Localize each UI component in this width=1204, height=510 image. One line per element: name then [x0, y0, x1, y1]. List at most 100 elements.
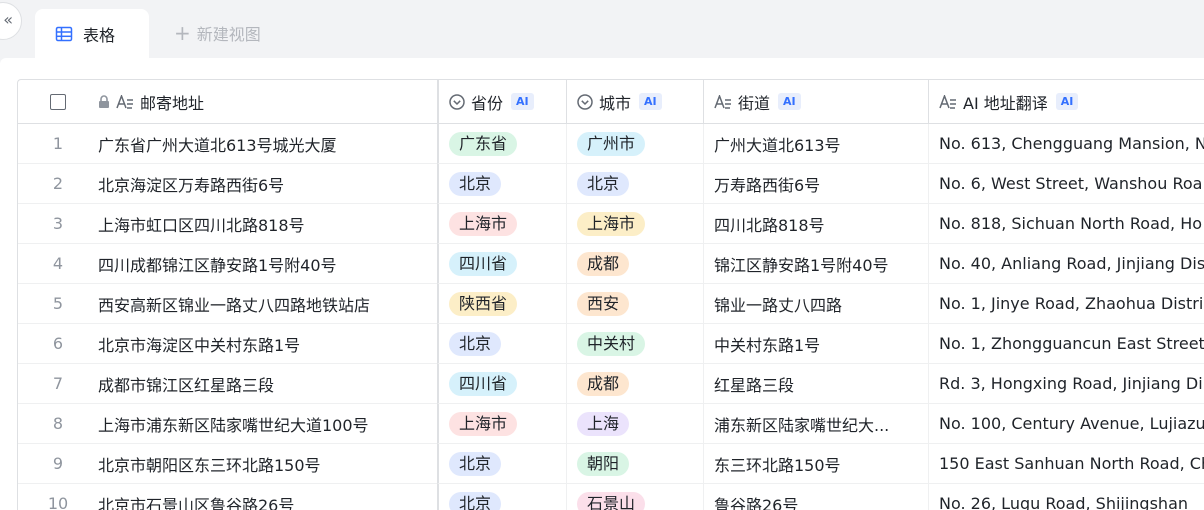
address-text: 广东省广州大道北613号城光大厦: [98, 135, 337, 155]
province-cell[interactable]: 四川省: [437, 364, 566, 404]
city-tag: 中关村: [577, 331, 646, 356]
address-cell[interactable]: 广东省广州大道北613号城光大厦: [98, 124, 437, 164]
street-text: 鲁谷路26号: [714, 495, 799, 510]
column-label: 城市: [599, 93, 632, 113]
address-cell[interactable]: 成都市锦江区红星路三段: [98, 364, 437, 404]
row-index-cell[interactable]: 6: [18, 324, 98, 364]
grid-panel: 邮寄地址 省份 AI 城市 AI 街道 AI AI 地址翻译 AI 1 广东省广…: [0, 58, 1204, 510]
translation-text: No. 1, Jinye Road, Zhaohua Distri: [939, 294, 1204, 313]
translation-cell[interactable]: No. 100, Century Avenue, Lujiazu: [928, 404, 1204, 444]
table-row[interactable]: 6 北京市海淀区中关村东路1号 北京 中关村 中关村东路1号 No. 1, Zhonggu…: [18, 324, 1204, 364]
table-row[interactable]: 2 北京海淀区万寿路西街6号 北京 北京 万寿路西街6号 No. 6, West Stre…: [18, 164, 1204, 204]
row-index-cell[interactable]: 9: [18, 444, 98, 484]
city-cell[interactable]: 广州市: [566, 124, 703, 164]
street-cell[interactable]: 锦业一路丈八四路: [703, 284, 928, 324]
translation-cell[interactable]: No. 818, Sichuan North Road, Ho: [928, 204, 1204, 244]
translation-text: 150 East Sanhuan North Road, Ch: [939, 454, 1204, 473]
address-cell[interactable]: 上海市浦东新区陆家嘴世纪大道100号: [98, 404, 437, 444]
province-cell[interactable]: 四川省: [437, 244, 566, 284]
street-cell[interactable]: 广州大道北613号: [703, 124, 928, 164]
city-cell[interactable]: 北京: [566, 164, 703, 204]
column-header-city[interactable]: 城市 AI: [566, 80, 703, 124]
row-index: 1: [52, 134, 64, 153]
translation-text: No. 100, Century Avenue, Lujiazu: [939, 414, 1204, 433]
row-index-cell[interactable]: 8: [18, 404, 98, 444]
translation-cell[interactable]: No. 40, Anliang Road, Jinjiang Dis: [928, 244, 1204, 284]
table-row[interactable]: 1 广东省广州大道北613号城光大厦 广东省 广州市 广州大道北613号 No. 613,…: [18, 124, 1204, 164]
row-index-cell[interactable]: 5: [18, 284, 98, 324]
table-row[interactable]: 9 北京市朝阳区东三环北路150号 北京 朝阳 东三环北路150号 150 East Sa…: [18, 444, 1204, 484]
city-cell[interactable]: 成都: [566, 364, 703, 404]
address-cell[interactable]: 北京海淀区万寿路西街6号: [98, 164, 437, 204]
row-index-cell[interactable]: 10: [18, 484, 98, 510]
select-all-checkbox[interactable]: [50, 93, 66, 110]
translation-cell[interactable]: No. 1, Jinye Road, Zhaohua Distri: [928, 284, 1204, 324]
city-cell[interactable]: 中关村: [566, 324, 703, 364]
column-label: 邮寄地址: [140, 93, 205, 113]
grid-table-icon: [55, 25, 73, 43]
province-tag: 四川省: [449, 251, 518, 276]
translation-cell[interactable]: 150 East Sanhuan North Road, Ch: [928, 444, 1204, 484]
row-index-cell[interactable]: 4: [18, 244, 98, 284]
province-tag: 四川省: [449, 371, 518, 396]
street-cell[interactable]: 红星路三段: [703, 364, 928, 404]
translation-cell[interactable]: Rd. 3, Hongxing Road, Jinjiang Di: [928, 364, 1204, 404]
province-tag: 上海市: [449, 411, 518, 436]
province-cell[interactable]: 北京: [437, 324, 566, 364]
province-cell[interactable]: 上海市: [437, 204, 566, 244]
street-text: 中关村东路1号: [714, 335, 821, 355]
address-cell[interactable]: 上海市虹口区四川北路818号: [98, 204, 437, 244]
table-row[interactable]: 10 北京市石景山区鲁谷路26号 北京 石景山 鲁谷路26号 No. 26, Lugu R…: [18, 484, 1204, 510]
street-cell[interactable]: 东三环北路150号: [703, 444, 928, 484]
province-cell[interactable]: 北京: [437, 484, 566, 510]
province-cell[interactable]: 陕西省: [437, 284, 566, 324]
city-cell[interactable]: 上海市: [566, 204, 703, 244]
city-cell[interactable]: 石景山: [566, 484, 703, 510]
table-row[interactable]: 4 四川成都锦江区静安路1号附40号 四川省 成都 锦江区静安路1号附40号 No. 40…: [18, 244, 1204, 284]
street-cell[interactable]: 万寿路西街6号: [703, 164, 928, 204]
translation-text: No. 6, West Street, Wanshou Roa: [939, 174, 1203, 193]
row-index-cell[interactable]: 7: [18, 364, 98, 404]
province-cell[interactable]: 广东省: [437, 124, 566, 164]
table-row[interactable]: 3 上海市虹口区四川北路818号 上海市 上海市 四川北路818号 No. 818, Si…: [18, 204, 1204, 244]
translation-cell[interactable]: No. 26, Lugu Road, Shijingshan: [928, 484, 1204, 510]
street-cell[interactable]: 浦东新区陆家嘴世纪大...: [703, 404, 928, 444]
address-cell[interactable]: 北京市朝阳区东三环北路150号: [98, 444, 437, 484]
tab-table[interactable]: 表格: [35, 9, 149, 58]
address-cell[interactable]: 西安高新区锦业一路丈八四路地铁站店: [98, 284, 437, 324]
translation-cell[interactable]: No. 613, Chengguang Mansion, N: [928, 124, 1204, 164]
table-row[interactable]: 8 上海市浦东新区陆家嘴世纪大道100号 上海市 上海 浦东新区陆家嘴世纪大... No.…: [18, 404, 1204, 444]
province-tag: 广东省: [449, 131, 518, 156]
column-header-province[interactable]: 省份 AI: [437, 80, 566, 124]
column-header-street[interactable]: 街道 AI: [703, 80, 928, 124]
table-row[interactable]: 7 成都市锦江区红星路三段 四川省 成都 红星路三段 Rd. 3, Hongxing Ro…: [18, 364, 1204, 404]
street-text: 锦业一路丈八四路: [714, 295, 843, 315]
city-cell[interactable]: 朝阳: [566, 444, 703, 484]
address-cell[interactable]: 北京市石景山区鲁谷路26号: [98, 484, 437, 510]
province-cell[interactable]: 上海市: [437, 404, 566, 444]
translation-cell[interactable]: No. 1, Zhongguancun East Street,: [928, 324, 1204, 364]
street-cell[interactable]: 中关村东路1号: [703, 324, 928, 364]
city-cell[interactable]: 西安: [566, 284, 703, 324]
row-index-cell[interactable]: 1: [18, 124, 98, 164]
street-cell[interactable]: 四川北路818号: [703, 204, 928, 244]
table-row[interactable]: 5 西安高新区锦业一路丈八四路地铁站店 陕西省 西安 锦业一路丈八四路 No. 1, Ji…: [18, 284, 1204, 324]
city-cell[interactable]: 成都: [566, 244, 703, 284]
view-tabbar: 表格 + 新建视图: [0, 0, 1204, 58]
city-cell[interactable]: 上海: [566, 404, 703, 444]
province-cell[interactable]: 北京: [437, 164, 566, 204]
province-cell[interactable]: 北京: [437, 444, 566, 484]
street-cell[interactable]: 鲁谷路26号: [703, 484, 928, 510]
new-view-button[interactable]: + 新建视图: [174, 20, 261, 46]
address-cell[interactable]: 北京市海淀区中关村东路1号: [98, 324, 437, 364]
column-header-address[interactable]: 邮寄地址: [98, 80, 437, 124]
street-cell[interactable]: 锦江区静安路1号附40号: [703, 244, 928, 284]
province-tag: 陕西省: [449, 291, 518, 316]
row-index-cell[interactable]: 3: [18, 204, 98, 244]
column-header-translation[interactable]: AI 地址翻译 AI: [928, 80, 1204, 124]
text-field-icon: [116, 94, 134, 109]
province-tag: 北京: [449, 491, 502, 510]
address-cell[interactable]: 四川成都锦江区静安路1号附40号: [98, 244, 437, 284]
row-index-cell[interactable]: 2: [18, 164, 98, 204]
translation-cell[interactable]: No. 6, West Street, Wanshou Roa: [928, 164, 1204, 204]
